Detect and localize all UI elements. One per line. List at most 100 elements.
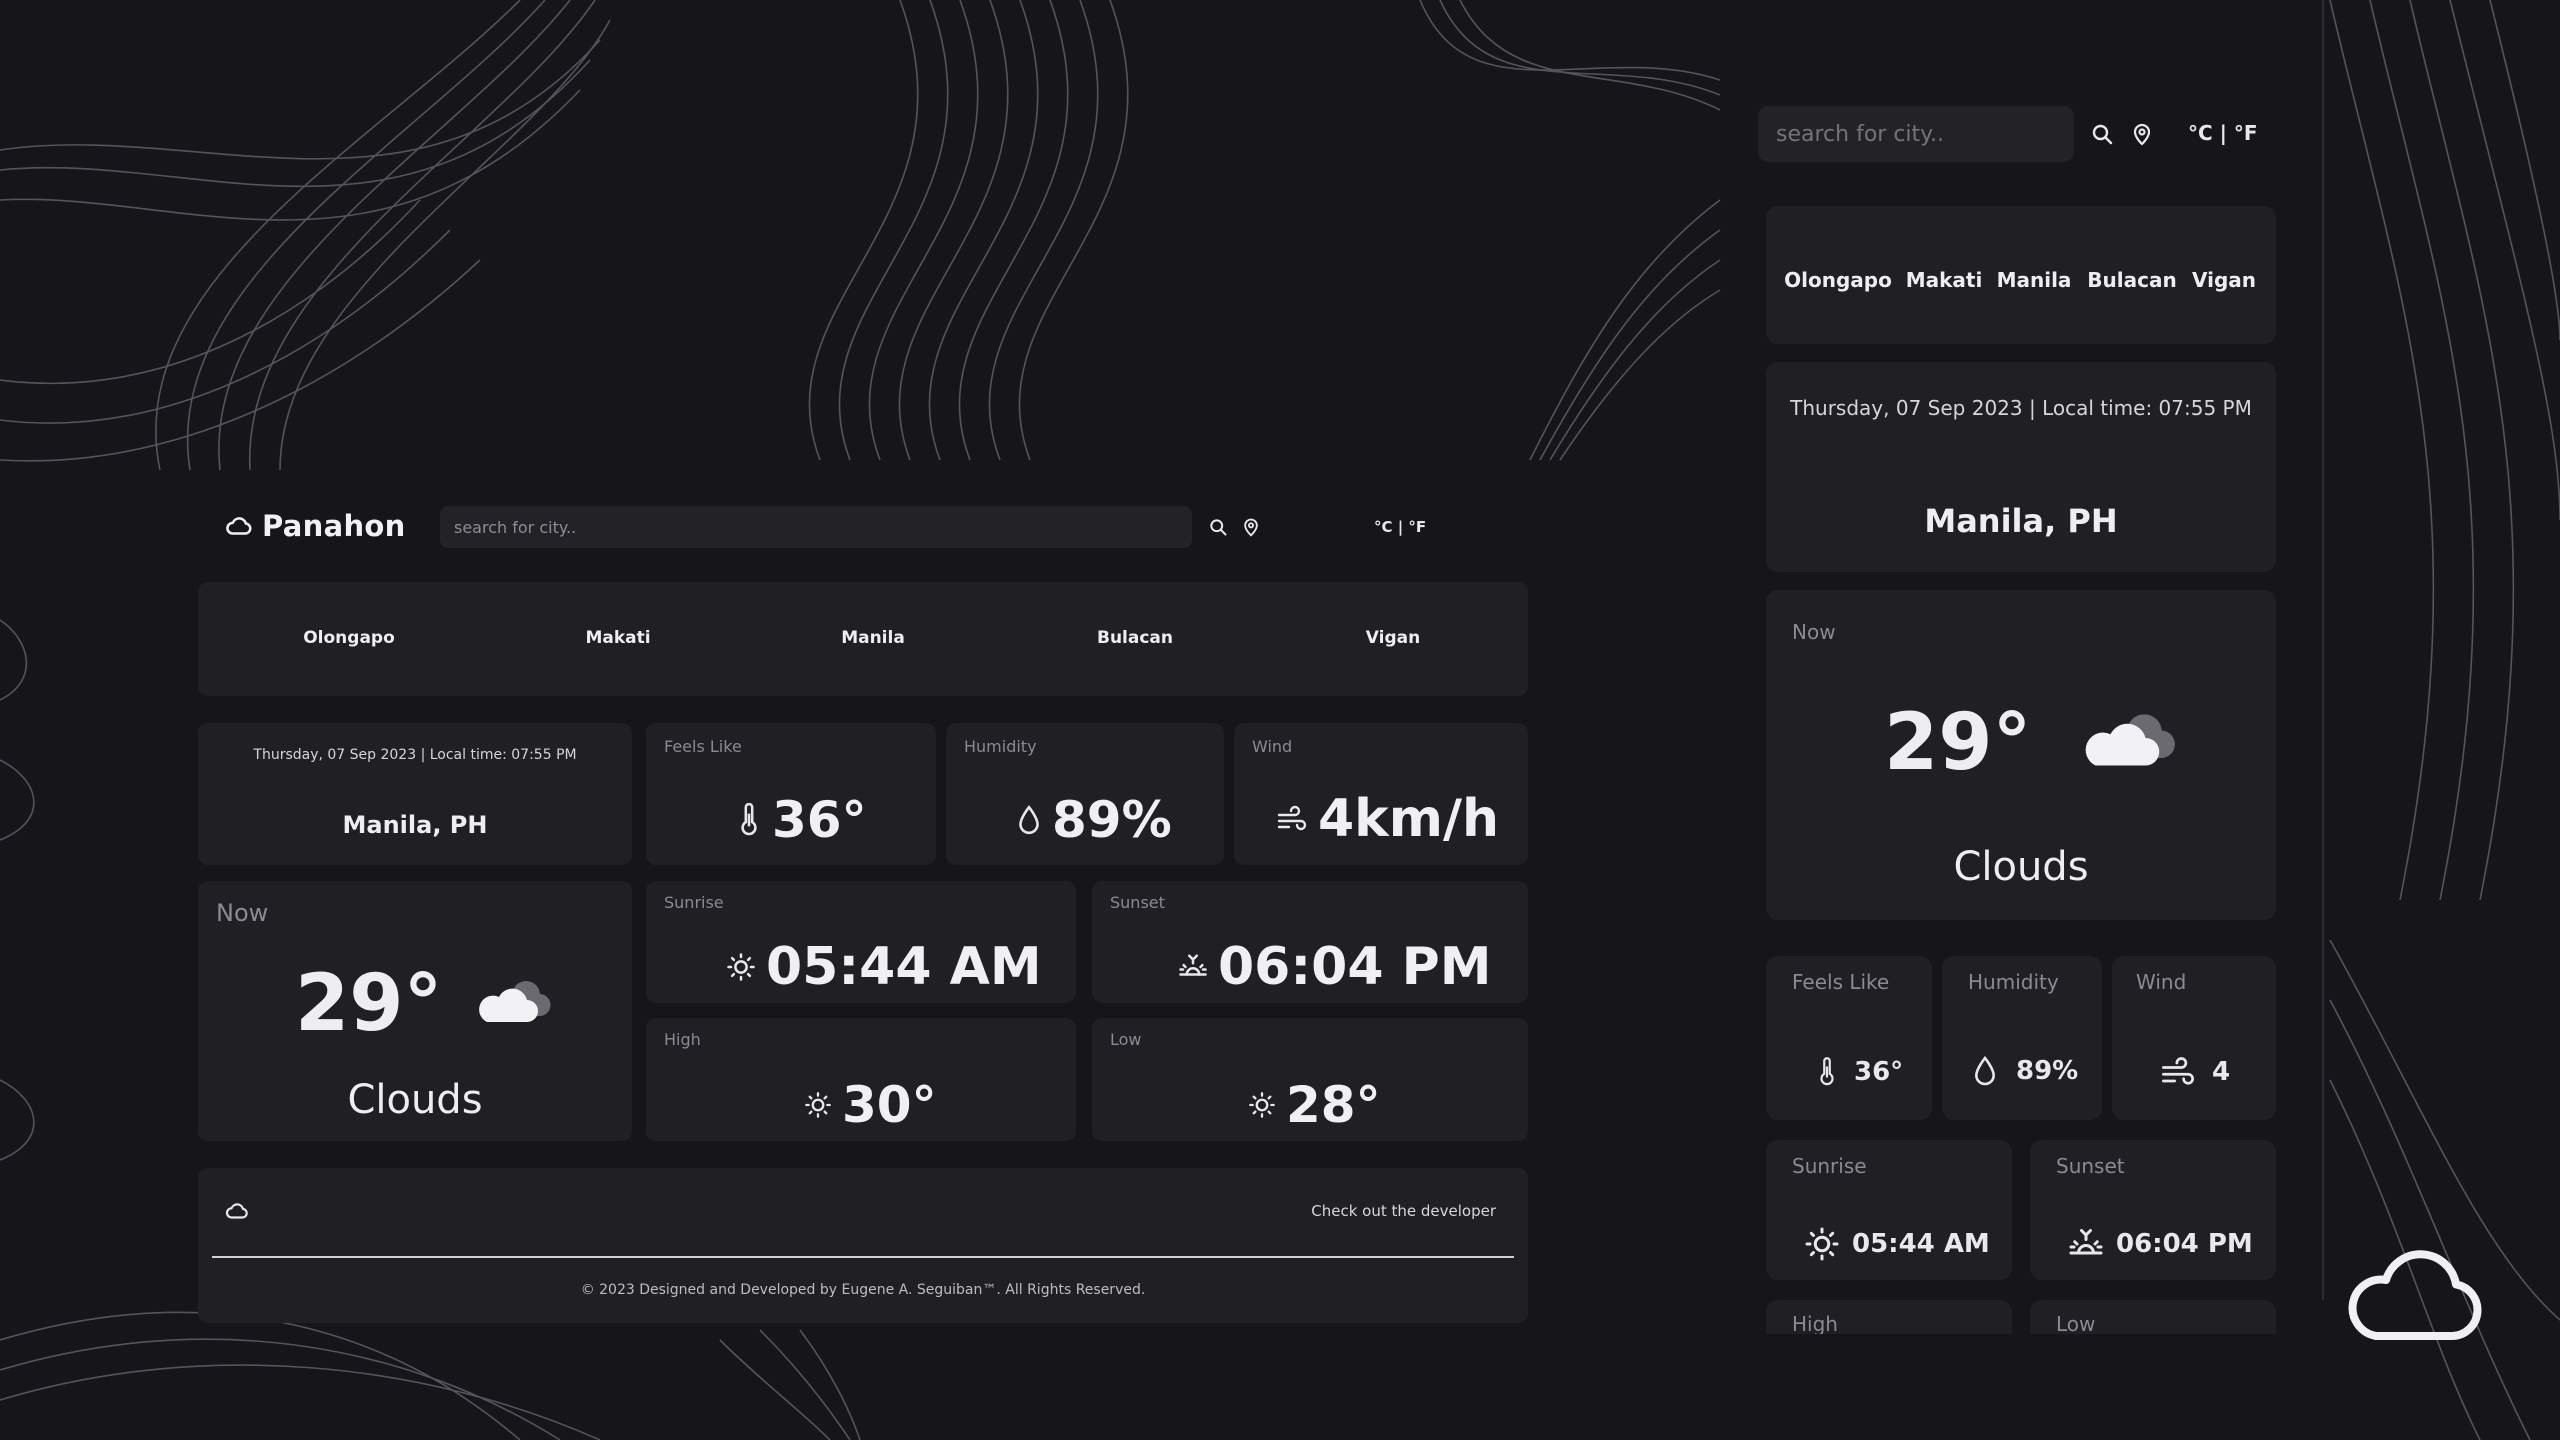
mobile-now-label: Now: [1792, 620, 1836, 644]
feels-like-card: Feels Like 36°: [646, 723, 936, 865]
footer: Check out the developer © 2023 Designed …: [198, 1168, 1528, 1323]
mobile-high-card: High: [1766, 1300, 2012, 1334]
mobile-city-link-olongapo[interactable]: Olongapo: [1784, 268, 1892, 292]
wind-icon: [2162, 1057, 2194, 1085]
sun-icon: [805, 1092, 831, 1118]
mobile-local-datetime: Thursday, 07 Sep 2023 | Local time: 07:5…: [1790, 396, 2252, 420]
city-shortcuts: Olongapo Makati Manila Bulacan Vigan: [198, 582, 1528, 696]
cloud-icon: [226, 517, 252, 535]
top-right-wave-lines: [1419, 0, 1721, 461]
current-temperature: 29°: [295, 959, 443, 1049]
local-datetime: Thursday, 07 Sep 2023 | Local time: 07:5…: [253, 747, 577, 763]
mobile-search-button[interactable]: [2088, 120, 2116, 148]
wind-label: Wind: [1252, 737, 1293, 756]
mobile-current-temperature: 29°: [1884, 698, 2032, 788]
city-link-manila[interactable]: Manila: [841, 628, 905, 648]
top-left-wave-lines: [0, 0, 611, 471]
cloud-icon: [225, 1203, 248, 1219]
mobile-sunset-card: Sunset 06:04 PM: [2030, 1140, 2276, 1280]
right-edge-wave-lines: [2329, 0, 2560, 1440]
mobile-feels-like-card: Feels Like 36°: [1766, 956, 1932, 1120]
desktop-preview: Panahon °C | °F Olongapo Makati Manila B…: [198, 498, 1528, 1333]
mobile-sunset-value: 06:04 PM: [2116, 1229, 2253, 1259]
mobile-sunset-label: Sunset: [2056, 1154, 2125, 1178]
sunset-value: 06:04 PM: [1218, 937, 1492, 997]
location-name: Manila, PH: [342, 811, 488, 839]
city-link-vigan[interactable]: Vigan: [1366, 628, 1420, 648]
humidity-card: Humidity 89%: [946, 723, 1224, 865]
wind-icon: [1277, 805, 1307, 831]
high-label: High: [664, 1030, 701, 1049]
mobile-low-card: Low: [2030, 1300, 2276, 1334]
mobile-sunrise-card: Sunrise 05:44 AM: [1766, 1140, 2012, 1280]
search-input[interactable]: [454, 517, 1192, 537]
mobile-search-input[interactable]: [1776, 121, 2074, 147]
mobile-preview: °C | °F Olongapo Makati Manila Bulacan V…: [1720, 0, 2324, 1440]
mobile-search-bar: [1758, 106, 2074, 162]
sunset-label: Sunset: [1110, 893, 1165, 912]
mobile-sunrise-label: Sunrise: [1792, 1154, 1867, 1178]
city-link-olongapo[interactable]: Olongapo: [303, 628, 395, 648]
mobile-humidity-value: 89%: [2016, 1056, 2079, 1086]
search-icon: [2092, 124, 2113, 145]
now-label: Now: [216, 899, 269, 927]
droplet-icon: [1019, 805, 1039, 835]
footer-divider: [212, 1256, 1514, 1258]
feels-like-label: Feels Like: [664, 737, 742, 756]
location-card: Thursday, 07 Sep 2023 | Local time: 07:5…: [198, 723, 632, 865]
mobile-location-name: Manila, PH: [1924, 502, 2118, 540]
mobile-wind-value: 4: [2212, 1057, 2231, 1087]
search-button[interactable]: [1206, 515, 1230, 539]
thermometer-icon: [741, 803, 757, 836]
mobile-location-button[interactable]: [2128, 120, 2156, 148]
sunrise-label: Sunrise: [664, 893, 724, 912]
sunrise-card: Sunrise 05:44 AM: [646, 881, 1076, 1003]
sun-icon: [1805, 1227, 1839, 1261]
low-label: Low: [1110, 1030, 1142, 1049]
location-pin-icon: [2133, 123, 2151, 146]
location-pin-icon: [1244, 518, 1258, 537]
top-middle-wave-lines: [808, 0, 1129, 461]
mobile-wind-label: Wind: [2136, 970, 2187, 994]
mobile-wind-card: Wind 4: [2112, 956, 2276, 1120]
low-temp-card: Low 28°: [1092, 1018, 1528, 1141]
cloud-icon: [478, 981, 551, 1022]
feels-like-value: 36°: [772, 791, 867, 849]
mobile-city-link-makati[interactable]: Makati: [1906, 268, 1983, 292]
current-weather-card: Now 29° Clouds: [198, 881, 632, 1141]
app-logo[interactable]: Panahon: [224, 509, 406, 543]
mobile-humidity-label: Humidity: [1968, 970, 2059, 994]
mobile-city-shortcuts: Olongapo Makati Manila Bulacan Vigan: [1766, 206, 2276, 344]
location-button[interactable]: [1239, 515, 1263, 539]
wind-card: Wind 4km/h: [1234, 723, 1528, 865]
humidity-label: Humidity: [964, 737, 1037, 756]
unit-toggle[interactable]: °C | °F: [1374, 518, 1426, 536]
mobile-humidity-card: Humidity 89%: [1942, 956, 2102, 1120]
city-link-bulacan[interactable]: Bulacan: [1097, 628, 1173, 648]
mobile-low-label: Low: [2056, 1312, 2096, 1334]
sun-icon: [727, 953, 755, 981]
current-condition: Clouds: [347, 1077, 483, 1123]
city-link-makati[interactable]: Makati: [585, 628, 650, 648]
mobile-location-card: Thursday, 07 Sep 2023 | Local time: 07:5…: [1766, 362, 2276, 572]
mobile-city-link-bulacan[interactable]: Bulacan: [2087, 268, 2176, 292]
mobile-unit-toggle[interactable]: °C | °F: [2188, 121, 2258, 145]
low-value: 28°: [1286, 1076, 1381, 1134]
sunset-card: Sunset 06:04 PM: [1092, 881, 1528, 1003]
high-temp-card: High 30°: [646, 1018, 1076, 1141]
cloud-icon: [2085, 714, 2175, 766]
mobile-city-link-manila[interactable]: Manila: [1997, 268, 2072, 292]
developer-link[interactable]: Check out the developer: [1311, 1202, 1496, 1220]
search-icon: [1210, 519, 1227, 536]
humidity-value: 89%: [1052, 791, 1172, 849]
sunrise-value: 05:44 AM: [766, 937, 1042, 997]
mobile-sunrise-value: 05:44 AM: [1852, 1229, 1990, 1259]
app-name: Panahon: [262, 509, 406, 543]
mobile-city-link-vigan[interactable]: Vigan: [2192, 268, 2256, 292]
copyright-text: © 2023 Designed and Developed by Eugene …: [580, 1282, 1146, 1298]
mobile-scroll-clip: High Low: [1766, 1300, 2276, 1334]
mobile-current-weather-card: Now 29° Clouds: [1766, 590, 2276, 920]
navbar: Panahon °C | °F: [198, 498, 1528, 558]
high-value: 30°: [842, 1076, 937, 1134]
thermometer-icon: [1820, 1057, 1834, 1086]
